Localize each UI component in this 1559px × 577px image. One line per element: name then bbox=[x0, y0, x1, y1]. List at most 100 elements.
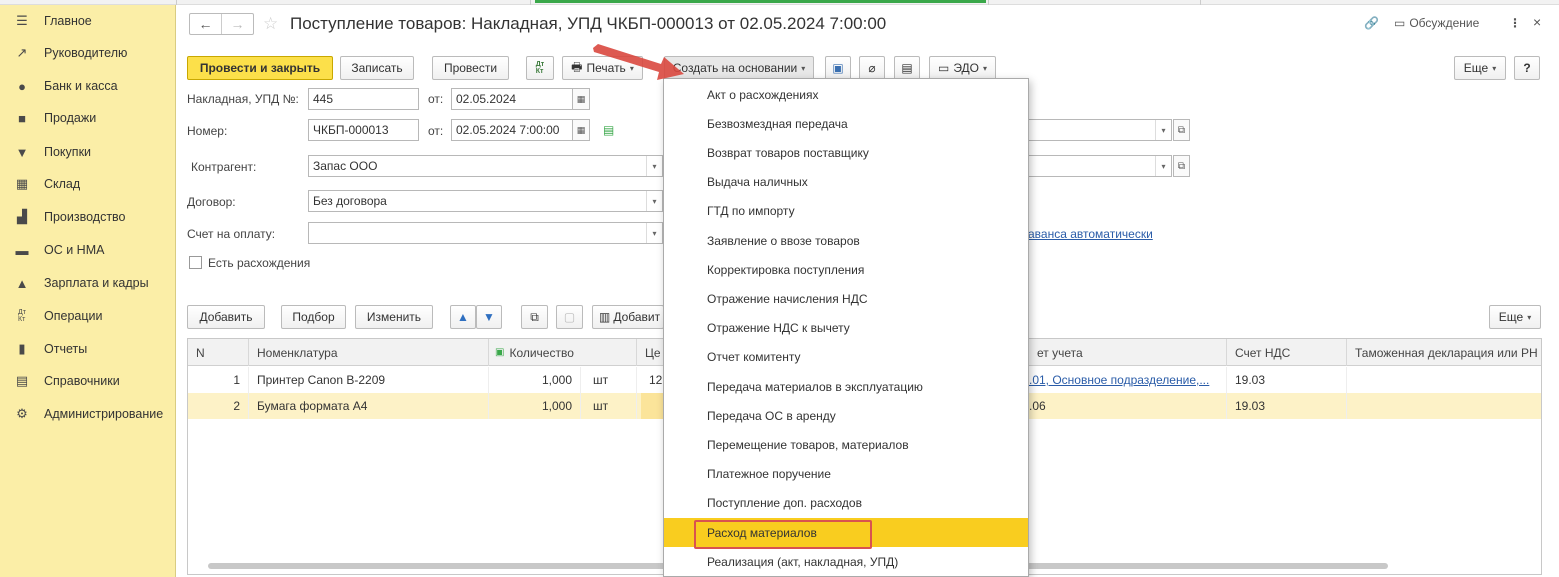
number-field[interactable]: ЧКБП-000013 bbox=[308, 119, 419, 141]
sidebar-item-manager[interactable]: ↗ Руководителю bbox=[0, 38, 176, 68]
calendar-icon[interactable]: ▦ bbox=[572, 119, 590, 141]
edit-button[interactable]: Изменить bbox=[355, 305, 433, 329]
chevron-down-icon[interactable]: ▾ bbox=[1155, 120, 1171, 140]
sidebar-item-operations[interactable]: Дт Кт Операции bbox=[0, 301, 176, 331]
sidebar-item-sales[interactable]: ■ Продажи bbox=[0, 103, 176, 133]
sidebar-item-directories[interactable]: ▤ Справочники bbox=[0, 366, 176, 396]
copy-button[interactable]: ⧉ bbox=[521, 305, 548, 329]
menu-item[interactable]: Возврат товаров поставщику bbox=[664, 138, 1028, 167]
open-icon[interactable]: ⧉ bbox=[1173, 155, 1190, 177]
link-icon[interactable]: 🔗 bbox=[1364, 16, 1379, 30]
number-date-field[interactable]: 02.05.2024 7:00:00 bbox=[451, 119, 573, 141]
organization-field[interactable]: ▾ bbox=[1028, 119, 1172, 141]
menu-item[interactable]: Акт о расхождениях bbox=[664, 80, 1028, 109]
sidebar-item-main[interactable]: ☰ Главное bbox=[0, 6, 176, 36]
advance-offset-link[interactable]: аванса автоматически bbox=[1028, 227, 1153, 241]
menu-item[interactable]: Перемещение товаров, материалов bbox=[664, 430, 1028, 459]
menu-item[interactable]: Отчет комитенту bbox=[664, 343, 1028, 372]
contract-field[interactable]: Без договора ▾ bbox=[308, 190, 663, 212]
add-barcode-button[interactable]: ▥ Добавит bbox=[592, 305, 664, 329]
close-icon[interactable]: × bbox=[1533, 14, 1541, 30]
discrepancy-checkbox[interactable] bbox=[189, 256, 202, 269]
document-list-button[interactable]: ▤ bbox=[894, 56, 920, 80]
menu-item[interactable]: Поступление доп. расходов bbox=[664, 489, 1028, 518]
sidebar-item-purchases[interactable]: ▼ Покупки bbox=[0, 137, 176, 167]
move-down-button[interactable]: ▼ bbox=[476, 305, 502, 329]
dt-kt-button[interactable]: Дт Кт bbox=[526, 56, 554, 80]
window-tab-strip bbox=[0, 0, 1559, 5]
number-date-from-label: от: bbox=[428, 124, 444, 138]
sidebar-item-administration[interactable]: ⚙ Администрирование bbox=[0, 399, 176, 429]
invoice-number-field[interactable]: 445 bbox=[308, 88, 419, 110]
add-row-button[interactable]: Добавить bbox=[187, 305, 265, 329]
status-ok-icon: ▤ bbox=[603, 123, 615, 137]
chevron-down-icon[interactable]: ▾ bbox=[646, 191, 662, 211]
col-account[interactable]: ет учета bbox=[1029, 339, 1227, 366]
menu-item[interactable]: Передача ОС в аренду bbox=[664, 401, 1028, 430]
post-and-close-button[interactable]: Провести и закрыть bbox=[187, 56, 333, 80]
print-button[interactable]: 🖶 Печать ▾ bbox=[562, 56, 643, 80]
sidebar-item-fixed-assets[interactable]: ▬ ОС и НМА bbox=[0, 235, 176, 265]
add-barcode-label: Добавит bbox=[613, 310, 661, 324]
table-more-button[interactable]: Еще ▾ bbox=[1489, 305, 1541, 329]
page-title: Поступление товаров: Накладная, УПД ЧКБП… bbox=[290, 14, 887, 33]
menu-item[interactable]: Безвозмездная передача bbox=[664, 109, 1028, 138]
paste-button[interactable]: ▢ bbox=[556, 305, 583, 329]
back-arrow-icon[interactable]: ← bbox=[190, 14, 221, 34]
cell-vat-account: 19.03 bbox=[1227, 393, 1347, 419]
menu-item[interactable]: Платежное поручение bbox=[664, 460, 1028, 489]
sidebar-item-warehouse[interactable]: ▦ Склад bbox=[0, 169, 176, 199]
create-based-on-button[interactable]: Создать на основании ▾ bbox=[664, 56, 814, 80]
sidebar-item-salary[interactable]: ▲ Зарплата и кадры bbox=[0, 268, 176, 298]
counterparty-field[interactable]: Запас ООО ▾ bbox=[308, 155, 663, 177]
post-button[interactable]: Провести bbox=[432, 56, 509, 80]
menu-item[interactable]: Передача материалов в эксплуатацию bbox=[664, 372, 1028, 401]
payment-invoice-field[interactable]: ▾ bbox=[308, 222, 663, 244]
factory-icon: ▟ bbox=[17, 209, 27, 224]
forward-arrow-icon[interactable]: → bbox=[221, 14, 253, 34]
col-item[interactable]: Номенклатура bbox=[249, 339, 489, 366]
menu-item[interactable]: Корректировка поступления bbox=[664, 255, 1028, 284]
edo-button[interactable]: ▭ ЭДО ▾ bbox=[929, 56, 996, 80]
menu-item[interactable]: Отражение начисления НДС bbox=[664, 284, 1028, 313]
dt-kt-icon: Дт Кт bbox=[535, 61, 545, 75]
account-link[interactable]: .01, Основное подразделение,... bbox=[1029, 373, 1209, 387]
col-n[interactable]: N bbox=[188, 339, 249, 366]
barcode-icon: ▥ bbox=[599, 310, 611, 324]
calendar-icon[interactable]: ▦ bbox=[572, 88, 590, 110]
help-button[interactable]: ? bbox=[1514, 56, 1540, 80]
structure-button[interactable]: ▣ bbox=[825, 56, 851, 80]
col-qty[interactable]: ▣ Количество bbox=[489, 339, 637, 366]
chevron-down-icon[interactable]: ▾ bbox=[646, 156, 662, 176]
menu-item[interactable]: Реализация (акт, накладная, УПД) bbox=[664, 547, 1028, 576]
more-vertical-icon[interactable]: ⋮ bbox=[1509, 16, 1521, 30]
trend-icon: ↗ bbox=[16, 45, 28, 60]
move-up-button[interactable]: ▲ bbox=[450, 305, 476, 329]
more-button[interactable]: Еще ▾ bbox=[1454, 56, 1506, 80]
number-label: Номер: bbox=[187, 124, 228, 138]
sidebar-item-label: Отчеты bbox=[44, 342, 88, 356]
chevron-down-icon[interactable]: ▾ bbox=[1155, 156, 1171, 176]
chevron-down-icon[interactable]: ▾ bbox=[646, 223, 662, 243]
cell-n: 2 bbox=[188, 393, 249, 419]
col-vat-account[interactable]: Счет НДС bbox=[1227, 339, 1347, 366]
menu-item[interactable]: Выдача наличных bbox=[664, 168, 1028, 197]
sidebar-item-production[interactable]: ▟ Производство bbox=[0, 202, 176, 232]
cell-vat-account: 19.03 bbox=[1227, 367, 1347, 393]
favorite-star-icon[interactable]: ☆ bbox=[263, 14, 278, 34]
col-customs[interactable]: Таможенная декларация или РН bbox=[1347, 339, 1542, 366]
menu-item[interactable]: ГТД по импорту bbox=[664, 197, 1028, 226]
sidebar-item-bank[interactable]: ● Банк и касса bbox=[0, 71, 176, 101]
menu-item[interactable]: Отражение НДС к вычету bbox=[664, 314, 1028, 343]
menu-item[interactable]: Заявление о ввозе товаров bbox=[664, 226, 1028, 255]
save-button[interactable]: Записать bbox=[340, 56, 414, 80]
discussion-button[interactable]: ▭ Обсуждение bbox=[1394, 16, 1479, 30]
open-icon[interactable]: ⧉ bbox=[1173, 119, 1190, 141]
sidebar-item-reports[interactable]: ▮ Отчеты bbox=[0, 334, 176, 364]
invoice-date-field[interactable]: 02.05.2024 bbox=[451, 88, 573, 110]
col-price[interactable]: Це bbox=[637, 339, 665, 366]
attachment-button[interactable]: ⌀ bbox=[859, 56, 885, 80]
pick-button[interactable]: Подбор bbox=[281, 305, 346, 329]
warehouse-field[interactable]: ▾ bbox=[1028, 155, 1172, 177]
chevron-down-icon: ▾ bbox=[629, 63, 634, 73]
